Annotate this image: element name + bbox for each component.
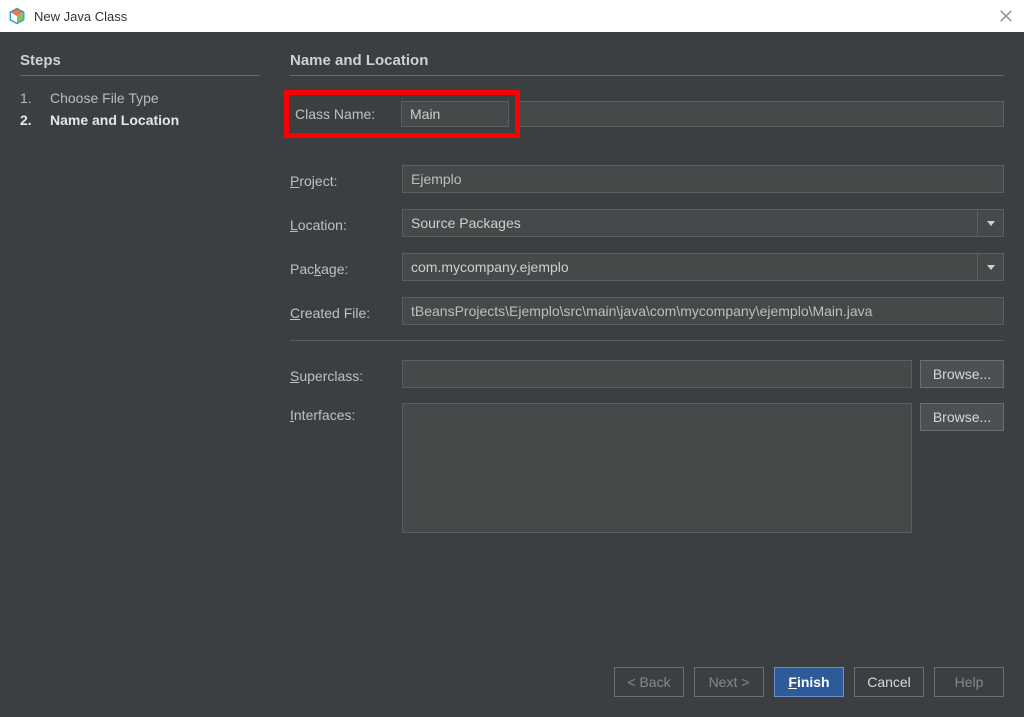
location-combo[interactable]: Source Packages [402,209,1004,237]
steps-heading: Steps [20,52,260,76]
location-value: Source Packages [411,215,521,231]
dropdown-caret-icon [977,210,1003,236]
interfaces-list[interactable] [402,403,912,533]
app-logo-icon [8,7,26,25]
next-button[interactable]: Next > [694,667,764,697]
package-value: com.mycompany.ejemplo [411,259,569,275]
created-file-field [402,297,1004,325]
project-field [402,165,1004,193]
step-number: 2. [20,112,34,128]
location-label: Location: [290,213,402,233]
superclass-label: Superclass: [290,364,402,384]
created-file-row: Created File: [290,296,1004,326]
step-1: 1. Choose File Type [20,90,260,106]
project-label: Project: [290,169,402,189]
package-row: Package: com.mycompany.ejemplo [290,252,1004,282]
interfaces-label: Interfaces: [290,403,402,423]
back-button[interactable]: < Back [614,667,684,697]
titlebar: New Java Class [0,0,1024,32]
window-title: New Java Class [34,9,127,24]
step-label: Choose File Type [50,90,159,106]
step-label: Name and Location [50,112,179,128]
class-name-label: Class Name: [295,106,401,122]
class-name-input[interactable] [401,101,509,127]
package-combo[interactable]: com.mycompany.ejemplo [402,253,1004,281]
location-row: Location: Source Packages [290,208,1004,238]
close-icon[interactable] [996,6,1016,26]
cancel-button[interactable]: Cancel [854,667,924,697]
wizard-steps-sidebar: Steps 1. Choose File Type 2. Name and Lo… [20,52,260,653]
help-button[interactable]: Help [934,667,1004,697]
step-number: 1. [20,90,34,106]
superclass-row: Superclass: Browse... [290,359,1004,389]
finish-button[interactable]: Finish [774,667,844,697]
class-name-input-extension[interactable] [520,101,1004,127]
main-heading: Name and Location [290,52,1004,76]
separator [290,340,1004,341]
class-name-highlight: Class Name: [284,90,520,138]
package-label: Package: [290,257,402,277]
button-bar: < Back Next > Finish Cancel Help [0,653,1024,717]
class-name-row: Class Name: [290,90,1004,138]
interfaces-row: Interfaces: Browse... [290,403,1004,533]
step-2: 2. Name and Location [20,112,260,128]
browse-superclass-button[interactable]: Browse... [920,360,1004,388]
browse-interfaces-button[interactable]: Browse... [920,403,1004,431]
dialog-body: Steps 1. Choose File Type 2. Name and Lo… [0,32,1024,717]
main-panel: Name and Location Class Name: Project: L… [290,52,1004,653]
dropdown-caret-icon [977,254,1003,280]
created-file-label: Created File: [290,301,402,321]
project-row: Project: [290,164,1004,194]
superclass-input[interactable] [402,360,912,388]
